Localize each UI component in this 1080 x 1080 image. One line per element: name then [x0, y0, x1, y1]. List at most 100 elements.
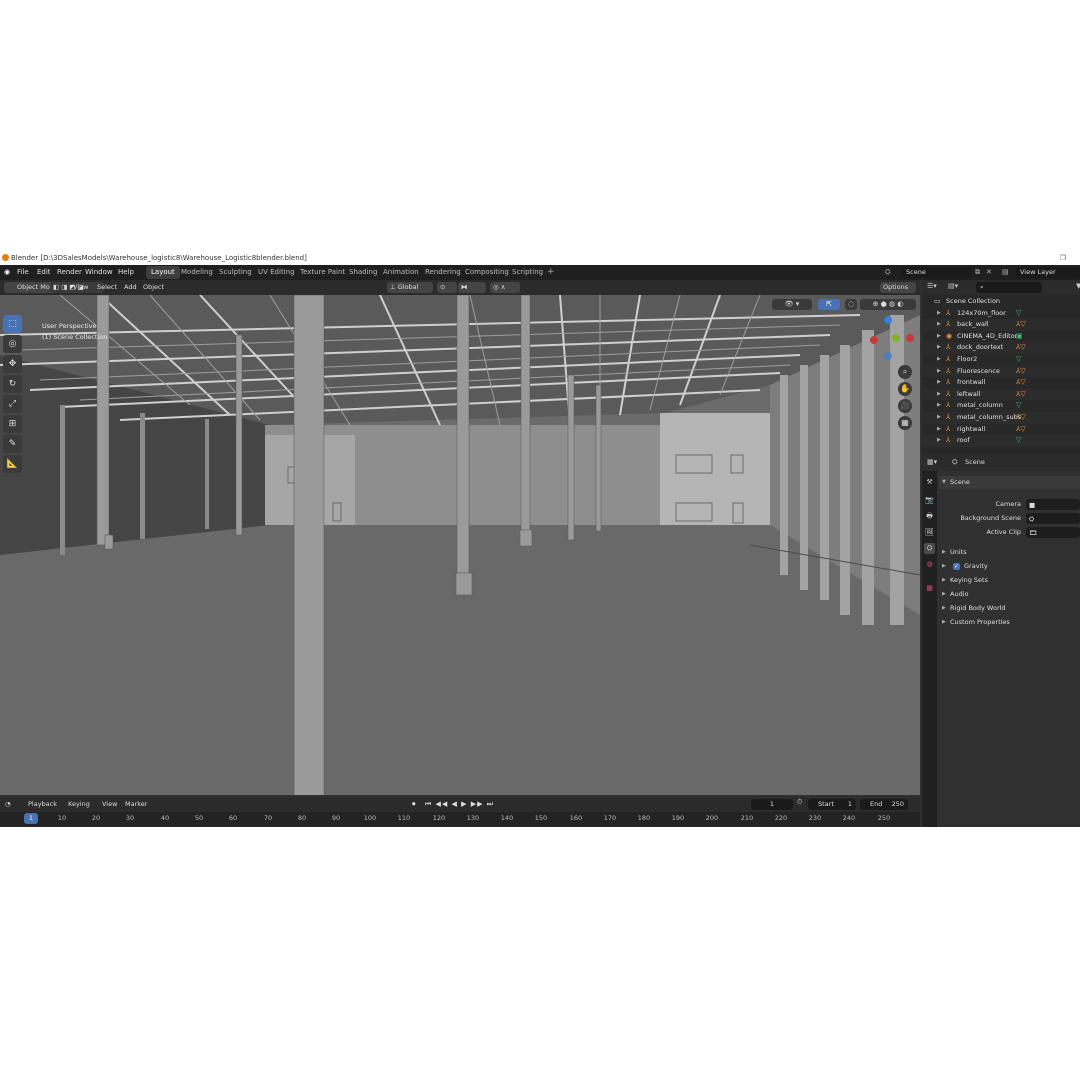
3d-viewport[interactable]: ⬚ ◎ ✥ ↻ ⤢ ⊞ ✎ 📐 User Perspective (1) Sce…	[0, 295, 920, 795]
neg-x-axis-gizmo-icon[interactable]	[906, 334, 914, 342]
expand-arrow-icon[interactable]: ▶	[937, 424, 941, 436]
camera-field[interactable]: ■	[1026, 499, 1080, 510]
world-tab-icon[interactable]: ◍	[924, 559, 935, 570]
outliner-item[interactable]: ▶ ◉ CINEMA_4D_Editor ▣	[922, 331, 1080, 343]
cursor-tool-icon[interactable]: ◎	[3, 335, 22, 353]
pan-hand-icon[interactable]: ✋	[898, 382, 912, 396]
stopwatch-icon[interactable]: ⏱	[797, 798, 802, 807]
tab-texture-paint[interactable]: Texture Paint	[295, 266, 350, 279]
outliner-item[interactable]: ▶ ⅄ leftwall ⅄▽	[922, 388, 1080, 401]
menu-edit[interactable]: Edit	[37, 265, 51, 280]
menu-render[interactable]: Render	[57, 265, 82, 280]
tool-tab-icon[interactable]: ⚒	[924, 477, 935, 488]
expand-arrow-icon[interactable]: ▶	[937, 342, 941, 354]
outliner-root-row[interactable]: ▭ Scene Collection	[922, 296, 1080, 308]
expand-arrow-icon[interactable]: ▶	[937, 389, 941, 401]
scale-tool-icon[interactable]: ⤢	[3, 395, 22, 413]
outliner-item[interactable]: ▶ ⅄ roof ▽	[922, 435, 1080, 447]
expand-arrow-icon[interactable]: ▶	[937, 366, 941, 378]
expand-arrow-icon[interactable]: ▶	[937, 354, 941, 366]
scene-tab-icon[interactable]: ⛭	[924, 543, 935, 554]
measure-tool-icon[interactable]: 📐	[3, 455, 22, 473]
expand-arrow-icon[interactable]: ▶	[937, 435, 941, 447]
audio-panel[interactable]: ▶ Audio	[939, 588, 1080, 601]
restore-window-icon[interactable]: ❐	[1060, 251, 1076, 265]
active-clip-field[interactable]: 🎞	[1026, 527, 1080, 538]
zoom-icon[interactable]: ⌕	[898, 365, 912, 379]
visibility-icon[interactable]: 👁 ▾	[772, 299, 812, 310]
outliner-editor-icon[interactable]: ☰▾	[927, 282, 937, 290]
camera-view-icon[interactable]: 🎥	[898, 399, 912, 413]
outliner-search-input[interactable]: ⌕	[976, 282, 1042, 293]
scene-selector-icon[interactable]: ⛭	[885, 265, 891, 280]
neg-z-axis-gizmo-icon[interactable]	[884, 352, 892, 360]
tab-compositing[interactable]: Compositing	[460, 266, 514, 279]
perspective-grid-icon[interactable]: ▦	[898, 416, 912, 430]
new-scene-icon[interactable]: ⧉	[975, 265, 980, 280]
y-axis-gizmo-icon[interactable]	[892, 334, 900, 342]
menu-playback[interactable]: Playback	[28, 797, 57, 811]
gizmo-toggle-icon[interactable]: ⇱	[818, 299, 840, 310]
tab-layout[interactable]: Layout	[146, 266, 180, 279]
units-panel[interactable]: ▶ Units	[939, 546, 1080, 559]
current-frame-field[interactable]: 1	[751, 799, 793, 810]
menu-view[interactable]: View	[73, 280, 88, 295]
current-frame-indicator[interactable]: 1	[24, 813, 38, 824]
expand-arrow-icon[interactable]: ▶	[937, 400, 941, 412]
outliner-item[interactable]: ▶ ⅄ dock_doortext ⅄▽	[922, 342, 1080, 354]
outliner-item[interactable]: ▶ ⅄ frontwall ⅄▽	[922, 377, 1080, 389]
transform-tool-icon[interactable]: ⊞	[3, 415, 22, 433]
outliner-item[interactable]: ▶ ⅄ back_wall ⅄▽	[922, 319, 1080, 331]
move-tool-icon[interactable]: ✥	[3, 355, 22, 373]
snap-icon[interactable]: ⧓	[458, 282, 486, 293]
view-layer-field[interactable]: View Layer	[1016, 267, 1080, 278]
gravity-checkbox[interactable]: ✓	[953, 563, 960, 570]
menu-select[interactable]: Select	[97, 280, 117, 295]
frame-ruler[interactable]: 1 10 20 30 40 50 60 70 80 90 100 110 120…	[0, 812, 920, 827]
add-workspace-icon[interactable]: +	[547, 265, 555, 280]
display-mode-icon[interactable]: ▤▾	[948, 282, 958, 290]
menu-keying[interactable]: Keying	[68, 797, 90, 811]
scene-field[interactable]: Scene	[902, 267, 972, 278]
tab-rendering[interactable]: Rendering	[420, 266, 466, 279]
outliner-item[interactable]: ▶ ⅄ 124x70m_floor ▽	[922, 308, 1080, 320]
keying-sets-panel[interactable]: ▶ Keying Sets	[939, 574, 1080, 587]
playback-controls-icon[interactable]: ⏮ ◀◀ ◀ ▶ ▶▶ ⏭	[425, 797, 494, 811]
expand-arrow-icon[interactable]: ▶	[937, 377, 941, 389]
view-layer-tab-icon[interactable]: 🖼	[924, 527, 935, 538]
overlay-icon[interactable]: ◌	[845, 299, 857, 310]
outliner-item[interactable]: ▶ ⅄ Fluorescence ⅄▽	[922, 365, 1080, 378]
tab-scripting[interactable]: Scripting	[507, 266, 548, 279]
scene-section-header[interactable]: ▼ Scene	[939, 476, 1080, 489]
menu-marker[interactable]: Marker	[125, 797, 147, 811]
rotate-tool-icon[interactable]: ↻	[3, 375, 22, 393]
pivot-point-icon[interactable]: ⊙	[437, 282, 457, 293]
menu-window[interactable]: Window	[85, 265, 113, 280]
tab-modeling[interactable]: Modeling	[176, 266, 218, 279]
record-icon[interactable]: ⏺	[412, 797, 416, 811]
outliner-item[interactable]: ▶ ⅄ Floor2 ▽	[922, 354, 1080, 366]
menu-help[interactable]: Help	[118, 265, 134, 280]
menu-object[interactable]: Object	[143, 280, 164, 295]
expand-arrow-icon[interactable]: ▶	[937, 308, 941, 320]
properties-editor-icon[interactable]: ▦▾	[927, 458, 937, 466]
x-axis-gizmo-icon[interactable]	[870, 336, 878, 344]
menu-file[interactable]: File	[17, 265, 29, 280]
expand-arrow-icon[interactable]: ▶	[937, 319, 941, 331]
blender-menu-icon[interactable]: ◉	[4, 265, 10, 280]
background-scene-field[interactable]: ⛭	[1026, 513, 1080, 524]
timeline-editor-icon[interactable]: ◔	[5, 797, 11, 811]
menu-timeline-view[interactable]: View	[102, 797, 117, 811]
output-tab-icon[interactable]: 🖶	[924, 511, 935, 522]
delete-scene-icon[interactable]: ✕	[986, 265, 992, 280]
shading-mode-icon[interactable]: ⊕ ● ◍ ◐	[860, 299, 916, 310]
menu-add[interactable]: Add	[124, 280, 137, 295]
z-axis-gizmo-icon[interactable]	[884, 316, 892, 324]
tab-sculpting[interactable]: Sculpting	[214, 266, 257, 279]
outliner-item[interactable]: ▶ ⅄ rightwall ⅄▽	[922, 424, 1080, 436]
filter-icon[interactable]: ▼	[1076, 282, 1080, 290]
outliner-item[interactable]: ▶ ⅄ metal_column_subs ⅄▽	[922, 412, 1080, 424]
render-tab-icon[interactable]: 📷	[924, 495, 935, 506]
expand-arrow-icon[interactable]: ▶	[937, 412, 941, 424]
texture-tab-icon[interactable]: ▦	[924, 583, 935, 594]
